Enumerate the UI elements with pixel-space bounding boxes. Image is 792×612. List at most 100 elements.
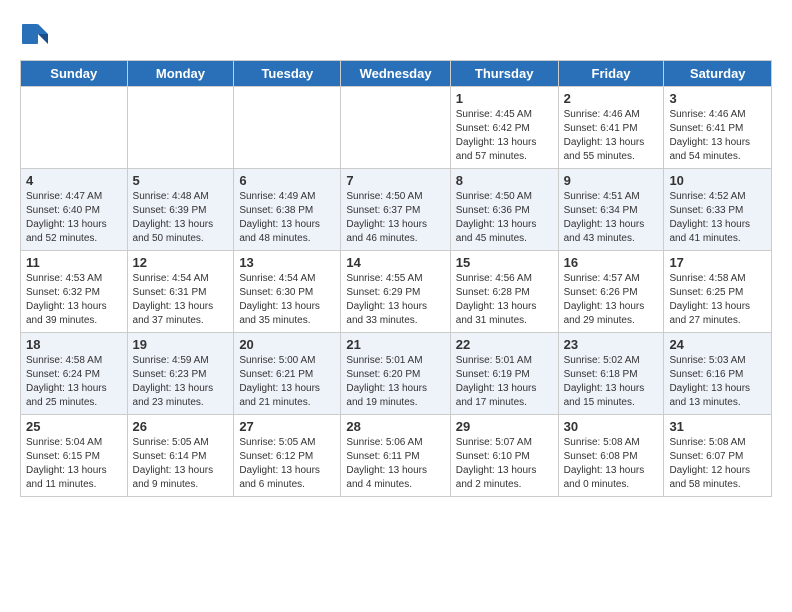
calendar-cell: 27 Sunrise: 5:05 AM Sunset: 6:12 PM Dayli… [234,415,341,497]
day-number: 12 [133,255,229,270]
calendar-cell: 14 Sunrise: 4:55 AM Sunset: 6:29 PM Dayli… [341,251,450,333]
day-info: Sunrise: 4:49 AM Sunset: 6:38 PM Dayligh… [239,191,320,244]
week-row-2: 4Sunrise: 4:47 AM Sunset: 6:40 PM Daylig… [21,169,772,251]
day-info: Sunrise: 5:01 AM Sunset: 6:19 PM Dayligh… [456,355,537,408]
day-info: Sunrise: 5:08 AM Sunset: 6:08 PM Dayligh… [564,437,645,490]
day-number: 18 [26,337,122,352]
calendar-cell: 7 Sunrise: 4:50 AM Sunset: 6:37 PM Daylig… [341,169,450,251]
day-info: Sunrise: 4:45 AM Sunset: 6:42 PM Dayligh… [456,109,537,162]
day-info: Sunrise: 5:03 AM Sunset: 6:16 PM Dayligh… [669,355,750,408]
calendar-cell: 25 Sunrise: 5:04 AM Sunset: 6:15 PM Dayli… [21,415,128,497]
day-info: Sunrise: 4:58 AM Sunset: 6:25 PM Dayligh… [669,273,750,326]
calendar-cell: 19 Sunrise: 4:59 AM Sunset: 6:23 PM Dayli… [127,333,234,415]
week-row-4: 18 Sunrise: 4:58 AM Sunset: 6:24 PM Dayli… [21,333,772,415]
calendar-cell: 15 Sunrise: 4:56 AM Sunset: 6:28 PM Dayli… [450,251,558,333]
day-number: 27 [239,419,335,434]
day-number: 3 [669,91,766,106]
day-number: 14 [346,255,444,270]
calendar-cell: 17 Sunrise: 4:58 AM Sunset: 6:25 PM Dayli… [664,251,772,333]
calendar-cell: 29 Sunrise: 5:07 AM Sunset: 6:10 PM Dayli… [450,415,558,497]
day-info: Sunrise: 4:51 AM Sunset: 6:34 PM Dayligh… [564,191,645,244]
calendar-cell: 28 Sunrise: 5:06 AM Sunset: 6:11 PM Dayli… [341,415,450,497]
calendar-cell: 2Sunrise: 4:46 AM Sunset: 6:41 PM Daylig… [558,87,664,169]
day-number: 21 [346,337,444,352]
calendar-cell: 10 Sunrise: 4:52 AM Sunset: 6:33 PM Dayli… [664,169,772,251]
calendar-cell: 18 Sunrise: 4:58 AM Sunset: 6:24 PM Dayli… [21,333,128,415]
calendar-cell: 5 Sunrise: 4:48 AM Sunset: 6:39 PM Daylig… [127,169,234,251]
day-number: 2 [564,91,659,106]
day-number: 25 [26,419,122,434]
calendar-cell: 11 Sunrise: 4:53 AM Sunset: 6:32 PM Dayli… [21,251,128,333]
week-row-1: 1 Sunrise: 4:45 AM Sunset: 6:42 PM Daylig… [21,87,772,169]
day-header-tuesday: Tuesday [234,61,341,87]
logo [20,20,54,50]
day-info: Sunrise: 4:50 AM Sunset: 6:36 PM Dayligh… [456,191,537,244]
day-info: Sunrise: 4:50 AM Sunset: 6:37 PM Dayligh… [346,191,427,244]
day-info: Sunrise: 5:05 AM Sunset: 6:12 PM Dayligh… [239,437,320,490]
day-info: Sunrise: 4:58 AM Sunset: 6:24 PM Dayligh… [26,355,107,408]
day-number: 29 [456,419,553,434]
calendar-cell: 6 Sunrise: 4:49 AM Sunset: 6:38 PM Daylig… [234,169,341,251]
day-number: 7 [346,173,444,188]
day-header-wednesday: Wednesday [341,61,450,87]
calendar-cell [341,87,450,169]
day-info: Sunrise: 4:46 AM Sunset: 6:41 PM Dayligh… [669,109,750,162]
day-info: Sunrise: 5:08 AM Sunset: 6:07 PM Dayligh… [669,437,750,490]
day-info: Sunrise: 4:52 AM Sunset: 6:33 PM Dayligh… [669,191,750,244]
week-row-3: 11 Sunrise: 4:53 AM Sunset: 6:32 PM Dayli… [21,251,772,333]
day-number: 8 [456,173,553,188]
day-number: 1 [456,91,553,106]
calendar-cell: 20Sunrise: 5:00 AM Sunset: 6:21 PM Dayli… [234,333,341,415]
calendar-cell: 4Sunrise: 4:47 AM Sunset: 6:40 PM Daylig… [21,169,128,251]
day-header-saturday: Saturday [664,61,772,87]
day-info: Sunrise: 5:07 AM Sunset: 6:10 PM Dayligh… [456,437,537,490]
calendar-cell [234,87,341,169]
day-header-monday: Monday [127,61,234,87]
day-header-sunday: Sunday [21,61,128,87]
calendar-cell: 9 Sunrise: 4:51 AM Sunset: 6:34 PM Daylig… [558,169,664,251]
day-info: Sunrise: 4:59 AM Sunset: 6:23 PM Dayligh… [133,355,214,408]
day-number: 26 [133,419,229,434]
day-info: Sunrise: 4:55 AM Sunset: 6:29 PM Dayligh… [346,273,427,326]
day-number: 15 [456,255,553,270]
page-container: SundayMondayTuesdayWednesdayThursdayFrid… [0,0,792,507]
day-info: Sunrise: 4:56 AM Sunset: 6:28 PM Dayligh… [456,273,537,326]
day-number: 9 [564,173,659,188]
calendar-cell: 3 Sunrise: 4:46 AM Sunset: 6:41 PM Daylig… [664,87,772,169]
calendar-cell: 26 Sunrise: 5:05 AM Sunset: 6:14 PM Dayli… [127,415,234,497]
day-number: 17 [669,255,766,270]
day-info: Sunrise: 4:53 AM Sunset: 6:32 PM Dayligh… [26,273,107,326]
day-info: Sunrise: 4:48 AM Sunset: 6:39 PM Dayligh… [133,191,214,244]
day-number: 11 [26,255,122,270]
day-info: Sunrise: 5:02 AM Sunset: 6:18 PM Dayligh… [564,355,645,408]
day-number: 10 [669,173,766,188]
day-number: 5 [133,173,229,188]
calendar-cell: 12 Sunrise: 4:54 AM Sunset: 6:31 PM Dayli… [127,251,234,333]
calendar-cell [127,87,234,169]
day-number: 23 [564,337,659,352]
calendar-cell: 23 Sunrise: 5:02 AM Sunset: 6:18 PM Dayli… [558,333,664,415]
day-number: 22 [456,337,553,352]
calendar-cell: 30 Sunrise: 5:08 AM Sunset: 6:08 PM Dayli… [558,415,664,497]
day-info: Sunrise: 5:06 AM Sunset: 6:11 PM Dayligh… [346,437,427,490]
day-number: 6 [239,173,335,188]
day-info: Sunrise: 5:05 AM Sunset: 6:14 PM Dayligh… [133,437,214,490]
day-header-thursday: Thursday [450,61,558,87]
day-info: Sunrise: 5:04 AM Sunset: 6:15 PM Dayligh… [26,437,107,490]
day-number: 20 [239,337,335,352]
calendar-cell: 13 Sunrise: 4:54 AM Sunset: 6:30 PM Dayli… [234,251,341,333]
week-row-5: 25 Sunrise: 5:04 AM Sunset: 6:15 PM Dayli… [21,415,772,497]
day-number: 28 [346,419,444,434]
day-info: Sunrise: 4:54 AM Sunset: 6:30 PM Dayligh… [239,273,320,326]
day-info: Sunrise: 4:54 AM Sunset: 6:31 PM Dayligh… [133,273,214,326]
calendar-cell: 24Sunrise: 5:03 AM Sunset: 6:16 PM Dayli… [664,333,772,415]
day-number: 13 [239,255,335,270]
day-info: Sunrise: 5:01 AM Sunset: 6:20 PM Dayligh… [346,355,427,408]
days-header-row: SundayMondayTuesdayWednesdayThursdayFrid… [21,61,772,87]
calendar-cell: 22 Sunrise: 5:01 AM Sunset: 6:19 PM Dayli… [450,333,558,415]
calendar-cell: 21 Sunrise: 5:01 AM Sunset: 6:20 PM Dayli… [341,333,450,415]
day-number: 30 [564,419,659,434]
day-info: Sunrise: 4:47 AM Sunset: 6:40 PM Dayligh… [26,191,107,244]
day-number: 19 [133,337,229,352]
calendar-cell: 16Sunrise: 4:57 AM Sunset: 6:26 PM Dayli… [558,251,664,333]
